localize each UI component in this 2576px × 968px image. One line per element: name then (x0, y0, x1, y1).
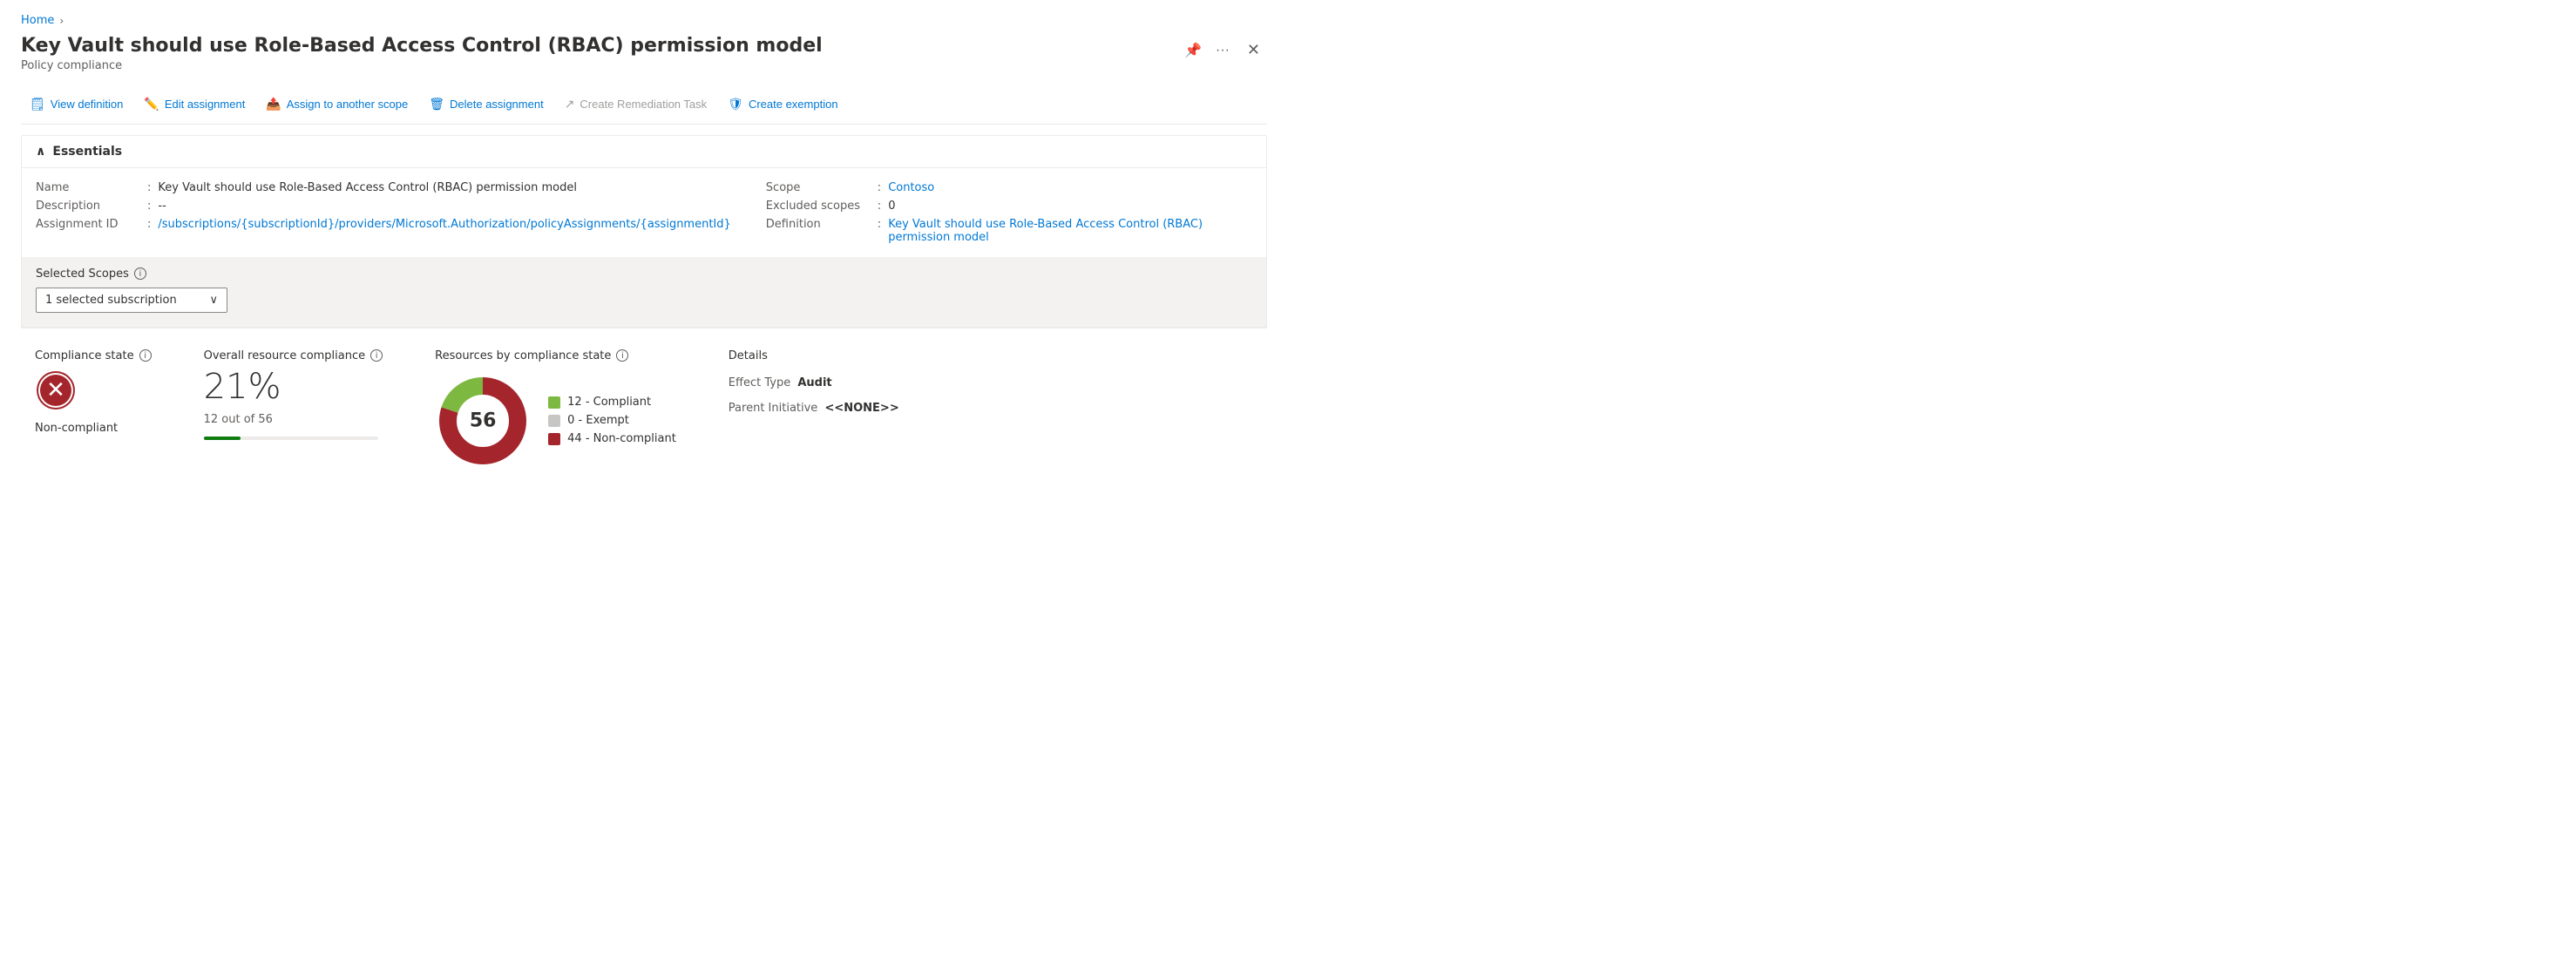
essentials-name-row: Name : Key Vault should use Role-Based A… (36, 179, 731, 197)
resources-by-state-block: Resources by compliance state i (435, 349, 676, 469)
edit-assignment-button[interactable]: ✏️ Edit assignment (135, 91, 254, 117)
breadcrumb-separator: › (59, 15, 64, 27)
compliant-swatch (548, 396, 560, 409)
resources-by-state-title: Resources by compliance state i (435, 349, 676, 362)
toolbar: 🗒 View definition ✏️ Edit assignment 📤 A… (21, 85, 1267, 125)
essentials-excluded-scopes-row: Excluded scopes : 0 (766, 197, 1252, 215)
svg-text:✕: ✕ (46, 377, 65, 403)
details-title: Details (729, 349, 899, 362)
resources-chart-info-icon: i (616, 349, 628, 362)
create-exemption-button[interactable]: 🛡 Create exemption (719, 91, 846, 117)
page-title: Key Vault should use Role-Based Access C… (21, 34, 823, 59)
donut-center-label: 56 (470, 410, 497, 431)
metrics-container: Compliance state i ✕ Non-compliant Overa… (21, 328, 1267, 490)
overall-compliance-info-icon: i (370, 349, 383, 362)
compliance-state-info-icon: i (139, 349, 152, 362)
essentials-section: ∧ Essentials Name : Key Vault should use… (21, 135, 1267, 328)
legend-items: 12 - Compliant 0 - Exempt 44 - Non-compl… (548, 396, 676, 445)
overall-compliance-sub: 12 out of 56 (204, 413, 383, 426)
close-button[interactable]: ✕ (1240, 37, 1267, 63)
edit-assignment-icon: ✏️ (144, 97, 159, 112)
delete-assignment-button[interactable]: 🗑 Delete assignment (420, 91, 552, 117)
legend-compliant: 12 - Compliant (548, 396, 676, 409)
assign-to-another-scope-button[interactable]: 📤 Assign to another scope (257, 91, 417, 117)
exempt-swatch (548, 415, 560, 427)
compliance-state-title: Compliance state i (35, 349, 152, 362)
exemption-icon: 🛡 (728, 97, 743, 112)
compliance-state-block: Compliance state i ✕ Non-compliant (35, 349, 152, 435)
overall-compliance-title: Overall resource compliance i (204, 349, 383, 362)
parent-initiative-row: Parent Initiative <<NONE>> (729, 402, 899, 415)
dropdown-chevron-icon: ∨ (209, 294, 218, 307)
legend-noncompliant: 44 - Non-compliant (548, 432, 676, 445)
more-options-button[interactable]: ··· (1212, 39, 1233, 62)
compliant-label: 12 - Compliant (567, 396, 651, 409)
noncompliant-label: 44 - Non-compliant (567, 432, 676, 445)
details-block: Details Effect Type Audit Parent Initiat… (729, 349, 899, 420)
page-subtitle: Policy compliance (21, 59, 823, 72)
essentials-assignment-id-row: Assignment ID : /subscriptions/{subscrip… (36, 215, 731, 234)
essentials-description-row: Description : -- (36, 197, 731, 215)
assign-scope-icon: 📤 (266, 97, 281, 112)
essentials-collapse-icon: ∧ (36, 145, 45, 159)
breadcrumb-home[interactable]: Home (21, 14, 54, 27)
essentials-definition-row: Definition : Key Vault should use Role-B… (766, 215, 1252, 247)
effect-type-row: Effect Type Audit (729, 376, 899, 389)
scopes-bar: Selected Scopes i 1 selected subscriptio… (22, 257, 1266, 328)
compliance-progress-bar (204, 437, 378, 440)
pin-button[interactable]: 📌 (1181, 38, 1205, 63)
create-remediation-task-button[interactable]: ↗ Create Remediation Task (556, 91, 715, 117)
scope-dropdown[interactable]: 1 selected subscription ∨ (36, 288, 227, 313)
essentials-header[interactable]: ∧ Essentials (22, 136, 1266, 168)
view-definition-icon: 🗒 (30, 97, 45, 112)
overall-compliance-pct: 21% (204, 369, 383, 404)
essentials-scope-row: Scope : Contoso (766, 179, 1252, 197)
compliance-progress-fill (204, 437, 241, 440)
donut-chart: 56 (435, 373, 531, 469)
breadcrumb: Home › (21, 14, 1267, 27)
delete-assignment-icon: 🗑 (429, 97, 444, 112)
noncompliant-swatch (548, 433, 560, 445)
essentials-body: Name : Key Vault should use Role-Based A… (22, 168, 1266, 257)
view-definition-button[interactable]: 🗒 View definition (21, 91, 132, 117)
exempt-label: 0 - Exempt (567, 414, 629, 427)
compliance-state-label: Non-compliant (35, 422, 152, 435)
legend-exempt: 0 - Exempt (548, 414, 676, 427)
remediation-icon: ↗ (565, 97, 575, 112)
non-compliant-icon: ✕ (35, 369, 77, 411)
scopes-label: Selected Scopes i (36, 267, 1252, 281)
scopes-info-icon: i (134, 267, 146, 280)
overall-compliance-block: Overall resource compliance i 21% 12 out… (204, 349, 383, 440)
